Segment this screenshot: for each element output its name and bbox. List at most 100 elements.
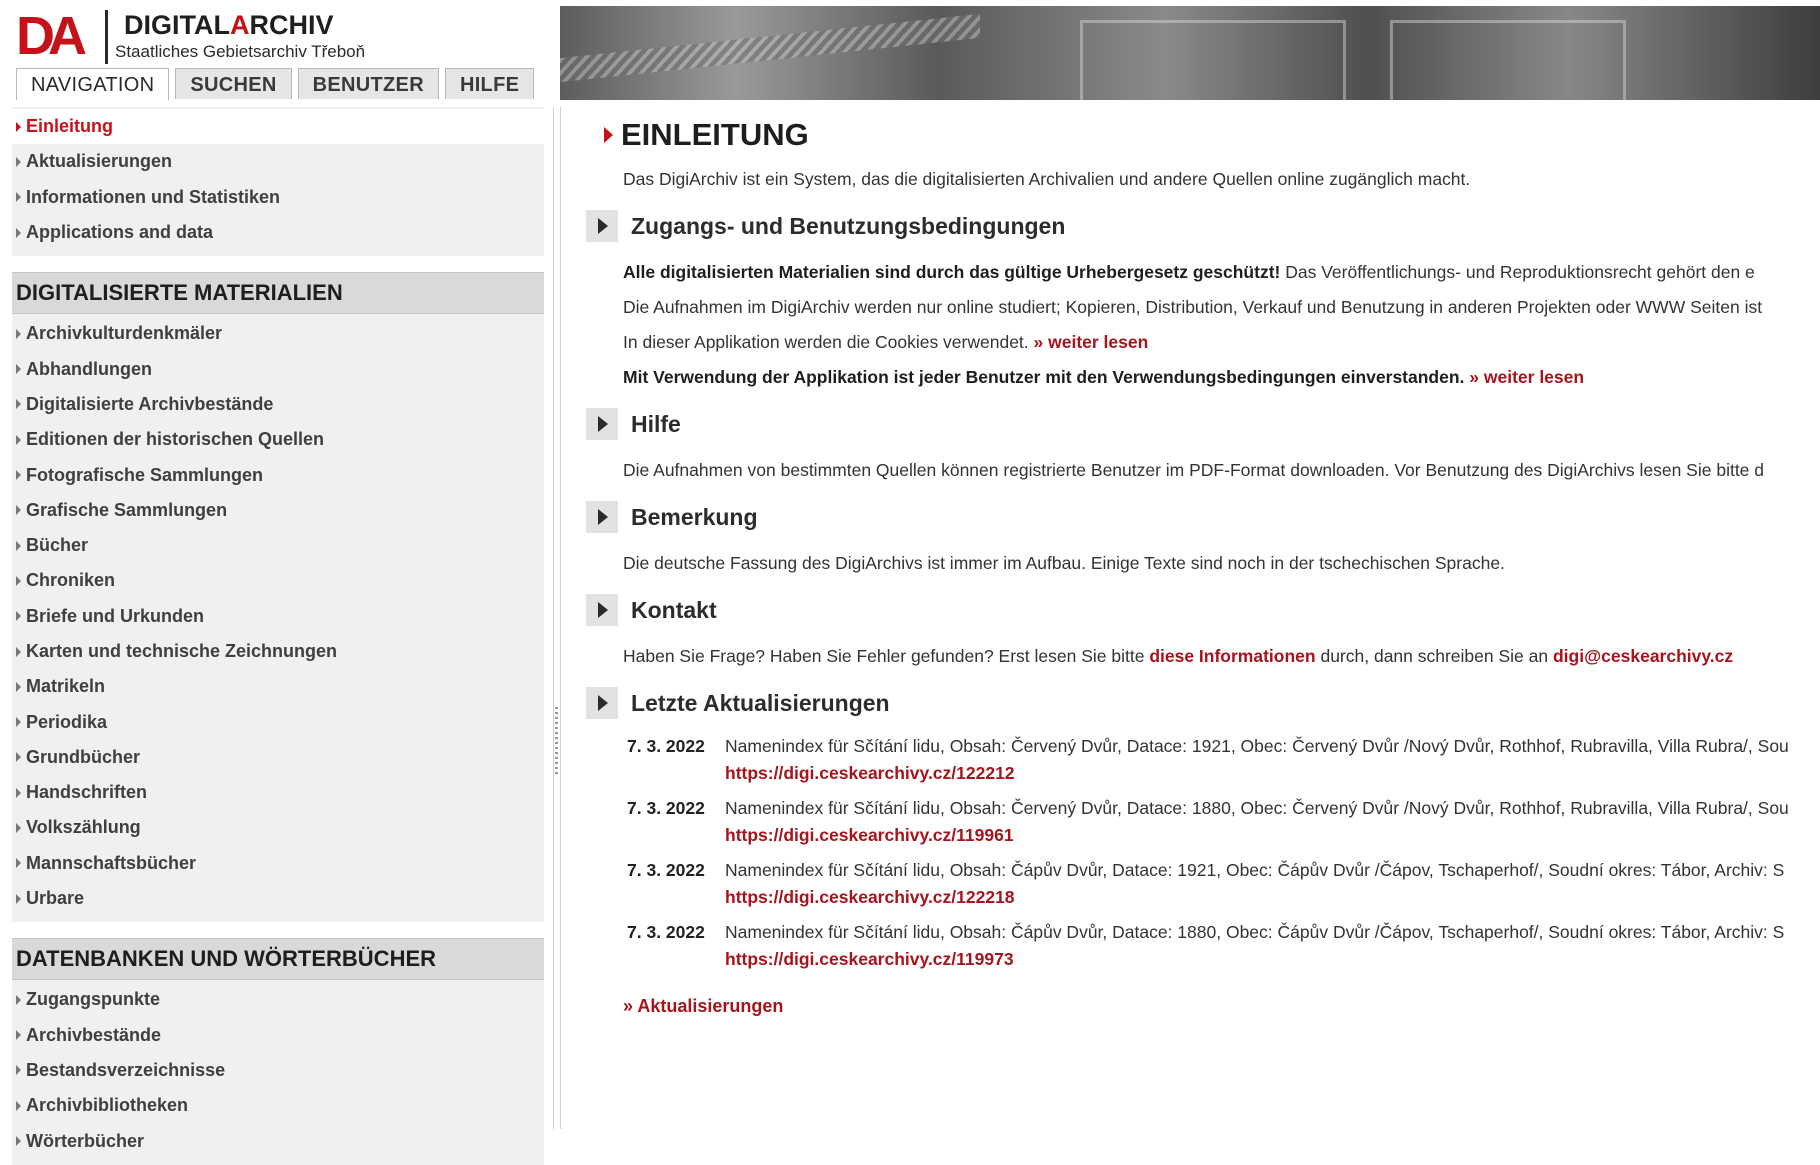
intro-text: Das DigiArchiv ist ein System, das die d… [623,169,1471,189]
sidebar-item-label: Zugangspunkte [26,989,160,1010]
arrow-right-icon [16,1136,21,1147]
sidebar-databases-group: Zugangspunkte Archivbestände Bestandsver… [12,980,544,1165]
sidebar-item-label: Karten und technische Zeichnungen [26,641,338,661]
sidebar-item-applications[interactable]: Applications and data [12,215,544,250]
sidebar-item-label: Aktualisierungen [26,151,173,172]
list-item: 7. 3. 2022 Namenindex für Sčítání lidu, O… [627,856,1820,918]
section-title: Zugangs- und Benutzungsbedingungen [631,212,1066,239]
section-heading-note[interactable]: Bemerkung [586,500,1820,534]
sidebar-item-volkszaehlung[interactable]: Volkszählung [12,810,544,845]
contact-email-link[interactable]: digi@ceskearchivy.cz [1553,646,1733,666]
sidebar-item-informationen[interactable]: Informationen und Statistiken [12,180,544,215]
sidebar-item-bestandsverzeichnisse[interactable]: Bestandsverzeichnisse [12,1053,544,1088]
contact-text-part: Haben Sie Frage? Haben Sie Fehler gefund… [623,646,1150,666]
sidebar-materials-group: Archivkulturdenkmäler Abhandlungen Digit… [12,314,544,923]
section-title: Hilfe [631,410,681,437]
terms-read-more-link[interactable]: » weiter lesen [1469,367,1584,387]
arrow-right-icon [16,434,21,445]
arrow-right-icon [16,227,21,238]
arrow-right-icon [16,1065,21,1076]
terms-text: Mit Verwendung der Applikation ist jeder… [623,367,1470,387]
expand-toggle-icon[interactable] [586,501,618,533]
cookies-read-more-link[interactable]: » weiter lesen [1034,332,1149,352]
logo-title-part: RCHIV [249,10,334,40]
tab-navigation[interactable]: NAVIGATION [16,68,170,100]
arrow-right-icon [16,121,21,132]
update-link[interactable]: https://digi.ceskearchivy.cz/119973 [725,949,1014,969]
arrow-right-icon [16,646,21,657]
sidebar-item-label: Mannschaftsbücher [26,852,197,873]
sidebar-item-label: Briefe und Urkunden [26,605,205,626]
sidebar-item-archivbestaende-digital[interactable]: Digitalisierte Archivbestände [12,387,544,422]
arrow-right-icon [16,822,21,833]
sidebar-item-handschriften[interactable]: Handschriften [12,775,544,810]
arrow-right-icon [16,364,21,375]
tab-hilfe[interactable]: HILFE [444,68,535,99]
all-updates-link[interactable]: » Aktualisierungen [586,996,1820,1017]
sidebar-item-urbare[interactable]: Urbare [12,881,544,916]
sidebar-item-label: Fotografische Sammlungen [26,464,264,485]
logo[interactable]: DA DIGITALARCHIV Staatliches Gebietsarch… [12,4,382,66]
arrow-right-icon [16,328,21,339]
sidebar-item-briefe[interactable]: Briefe und Urkunden [12,599,544,634]
header: DA DIGITALARCHIV Staatliches Gebietsarch… [0,0,1820,100]
sidebar-item-label: Wörterbücher [26,1130,145,1151]
sidebar-item-aktualisierungen[interactable]: Aktualisierungen [12,144,544,179]
sidebar-item-archivbestaende[interactable]: Archivbestände [12,1018,544,1053]
information-link[interactable]: diese Informationen [1149,646,1315,666]
sidebar-item-periodika[interactable]: Periodika [12,704,544,739]
sidebar-item-grundbuecher[interactable]: Grundbücher [12,740,544,775]
copyright-warning: Alle digitalisierten Materialien sind du… [623,262,1281,282]
update-link[interactable]: https://digi.ceskearchivy.cz/122212 [725,763,1015,783]
sidebar-item-label: Volkszählung [26,817,141,838]
arrow-right-icon [16,540,21,551]
tab-suchen[interactable]: SUCHEN [175,68,292,99]
sidebar-item-label: Periodika [26,711,108,732]
update-date: 7. 3. 2022 [627,860,705,880]
sidebar-item-label: Grundbücher [26,746,141,767]
sidebar-section-heading: DATENBANKEN UND WÖRTERBÜCHER [12,938,544,981]
section-heading-updates[interactable]: Letzte Aktualisierungen [586,686,1820,720]
arrow-right-icon [16,611,21,622]
update-link[interactable]: https://digi.ceskearchivy.cz/122218 [725,887,1015,907]
cookies-text: In dieser Applikation werden die Cookies… [623,332,1034,352]
expand-toggle-icon[interactable] [586,687,618,719]
main-tabs: NAVIGATION SUCHEN BENUTZER HILFE [16,68,540,100]
expand-toggle-icon[interactable] [586,210,618,242]
section-heading-help[interactable]: Hilfe [586,407,1820,441]
sidebar-item-archivkulturdenkmaeler[interactable]: Archivkulturdenkmäler [12,316,544,351]
sidebar-section-heading: DIGITALISIERTE MATERIALIEN [12,272,544,315]
sidebar-item-abhandlungen[interactable]: Abhandlungen [12,351,544,386]
panel-resize-handle[interactable] [553,107,561,1129]
sidebar-item-editionen[interactable]: Editionen der historischen Quellen [12,422,544,457]
arrow-right-icon [16,470,21,481]
update-link[interactable]: https://digi.ceskearchivy.cz/119961 [725,825,1014,845]
tab-benutzer[interactable]: BENUTZER [297,68,439,99]
access-paragraph-3: In dieser Applikation werden die Cookies… [586,325,1820,360]
expand-toggle-icon[interactable] [586,594,618,626]
arrow-right-icon [16,681,21,692]
sidebar-item-label: Chroniken [26,570,116,591]
sidebar-item-buecher[interactable]: Bücher [12,528,544,563]
sidebar-item-mannschaftsbuecher[interactable]: Mannschaftsbücher [12,846,544,881]
section-title: Kontakt [631,596,717,623]
sidebar-item-chroniken[interactable]: Chroniken [12,563,544,598]
expand-toggle-icon[interactable] [586,408,618,440]
sidebar-item-matrikeln[interactable]: Matrikeln [12,669,544,704]
sidebar-item-karten[interactable]: Karten und technische Zeichnungen [12,634,544,669]
section-heading-access[interactable]: Zugangs- und Benutzungsbedingungen [586,209,1820,243]
sidebar-item-fotografische[interactable]: Fotografische Sammlungen [12,457,544,492]
sidebar-item-archivbibliotheken[interactable]: Archivbibliotheken [12,1088,544,1123]
arrow-right-icon [16,752,21,763]
sidebar-item-zugangspunkte[interactable]: Zugangspunkte [12,982,544,1017]
arrow-right-icon [16,994,21,1005]
sidebar-item-label: Archivkulturdenkmäler [26,323,223,344]
arrow-right-icon [16,505,21,516]
sidebar-item-label: Bestandsverzeichnisse [26,1059,226,1080]
section-heading-contact[interactable]: Kontakt [586,593,1820,627]
sidebar-item-einleitung[interactable]: Einleitung [12,109,544,145]
access-paragraph-2: Die Aufnahmen im DigiArchiv werden nur o… [623,297,1763,317]
sidebar-item-grafische[interactable]: Grafische Sammlungen [12,493,544,528]
sidebar-item-label: Editionen der historischen Quellen [26,429,325,450]
logo-title-part: DIGITAL [124,10,230,40]
